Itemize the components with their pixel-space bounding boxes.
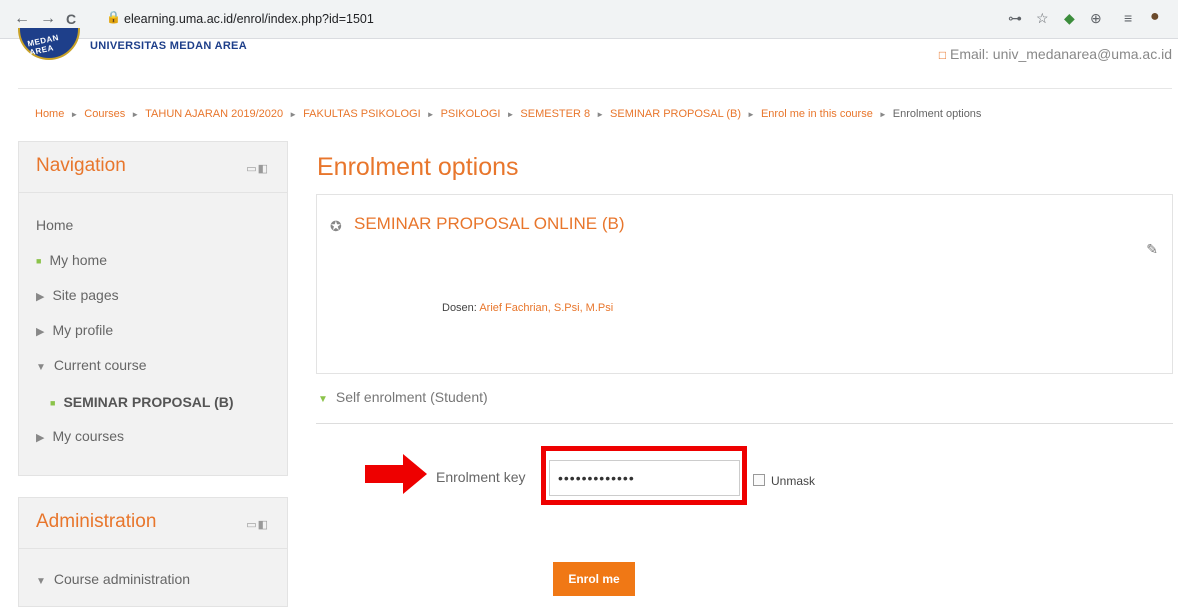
expand-arrow-icon: ▶: [36, 291, 45, 303]
breadcrumb-separator: ►: [596, 110, 605, 119]
enrolment-key-input[interactable]: [549, 460, 740, 496]
breadcrumb-courses[interactable]: Courses: [84, 108, 125, 120]
breadcrumb: Home ► Courses ► TAHUN AJARAN 2019/2020 ► FAKU…: [35, 108, 981, 120]
nav-item-my-home[interactable]: ■ My home: [36, 252, 107, 268]
administration-block: Administration ▭◧ ▼ Course administration: [18, 497, 288, 607]
star-icon[interactable]: ☆: [1036, 10, 1049, 27]
course-icon: ✪: [330, 218, 342, 234]
breadcrumb-current: Enrolment options: [892, 108, 982, 120]
globe-icon[interactable]: ⊕: [1090, 10, 1102, 27]
mail-icon: □: [938, 48, 947, 62]
breadcrumb-separator: ►: [131, 110, 140, 119]
nav-item-site-pages[interactable]: ▶ Site pages: [36, 287, 119, 303]
nav-item-home[interactable]: Home: [36, 217, 73, 233]
breadcrumb-enrol[interactable]: Enrol me in this course: [761, 108, 873, 120]
collapse-arrow-icon: ▼: [36, 576, 46, 587]
menu-icon[interactable]: ≡: [1124, 10, 1132, 26]
breadcrumb-separator: ►: [747, 110, 755, 119]
course-info-box: ✪ SEMINAR PROPOSAL ONLINE (B) ✎ Dosen: A…: [316, 194, 1173, 374]
unmask-toggle[interactable]: Unmask: [753, 474, 815, 488]
nav-item-label: Site pages: [52, 287, 119, 303]
url-text[interactable]: elearning.uma.ac.id/enrol/index.php?id=1…: [124, 12, 374, 26]
teacher-name-link[interactable]: Arief Fachrian, S.Psi, M.Psi: [479, 302, 613, 314]
header-email: □ Email: univ_medanarea@uma.ac.id: [939, 46, 1172, 62]
breadcrumb-faculty[interactable]: FAKULTAS PSIKOLOGI: [303, 108, 421, 120]
unmask-checkbox[interactable]: [753, 474, 765, 486]
administration-title: Administration: [36, 511, 157, 532]
breadcrumb-home[interactable]: Home: [35, 108, 64, 120]
nav-item-label: My profile: [52, 322, 114, 338]
site-name[interactable]: UNIVERSITAS MEDAN AREA: [90, 40, 247, 52]
navigation-block-header: Navigation ▭◧: [19, 142, 287, 193]
breadcrumb-separator: ►: [878, 110, 887, 119]
page-title: Enrolment options: [317, 153, 519, 181]
nav-item-label: Course administration: [53, 571, 191, 587]
breadcrumb-semester[interactable]: SEMESTER 8: [520, 108, 590, 120]
course-name-link[interactable]: SEMINAR PROPOSAL ONLINE (B): [354, 214, 624, 234]
red-arrow-annotation-icon: [365, 454, 427, 494]
self-enrolment-section-toggle[interactable]: ▼ Self enrolment (Student): [318, 389, 488, 405]
navigation-block: Navigation ▭◧ Home ■ My home ▶ Site pages …: [18, 141, 288, 476]
bullet-icon: ■: [50, 398, 56, 408]
block-controls-icon[interactable]: ▭◧: [246, 162, 269, 175]
lock-icon: 🔒: [106, 10, 121, 24]
nav-item-course-administration[interactable]: ▼ Course administration: [36, 571, 190, 587]
extension-icon[interactable]: ◆: [1064, 10, 1075, 27]
breadcrumb-separator: ►: [70, 110, 79, 119]
breadcrumb-department[interactable]: PSIKOLOGI: [441, 108, 501, 120]
course-teacher: Dosen: Arief Fachrian, S.Psi, M.Psi: [442, 302, 613, 314]
collapse-arrow-icon: ▼: [318, 394, 328, 405]
edit-icon[interactable]: ✎: [1146, 241, 1158, 258]
nav-item-course[interactable]: ■ SEMINAR PROPOSAL (B): [50, 394, 234, 410]
administration-block-header: Administration ▭◧: [19, 498, 287, 549]
unmask-label: Unmask: [771, 474, 816, 488]
address-bar[interactable]: 🔒 elearning.uma.ac.id/enrol/index.php?id…: [92, 6, 992, 32]
nav-item-my-courses[interactable]: ▶ My courses: [36, 428, 124, 444]
header-divider: [18, 88, 1172, 89]
university-logo[interactable]: MEDAN AREA: [18, 28, 80, 62]
collapse-arrow-icon: ▼: [36, 362, 46, 373]
back-icon[interactable]: ←: [14, 9, 30, 29]
block-controls-icon[interactable]: ▭◧: [246, 518, 269, 531]
email-text: Email: univ_medanarea@uma.ac.id: [950, 46, 1172, 62]
navigation-title: Navigation: [36, 155, 126, 176]
expand-arrow-icon: ▶: [36, 326, 45, 338]
nav-item-label: My home: [49, 252, 108, 268]
expand-arrow-icon: ▶: [36, 432, 45, 444]
nav-item-my-profile[interactable]: ▶ My profile: [36, 322, 113, 338]
section-label: Self enrolment (Student): [335, 389, 488, 405]
enrol-me-button[interactable]: Enrol me: [553, 562, 635, 596]
breadcrumb-course[interactable]: SEMINAR PROPOSAL (B): [610, 108, 741, 120]
bullet-icon: ■: [36, 256, 42, 266]
breadcrumb-separator: ►: [289, 110, 298, 119]
key-icon[interactable]: ⊶: [1008, 10, 1022, 27]
forward-icon[interactable]: →: [40, 9, 56, 29]
teacher-role: Dosen:: [442, 302, 477, 314]
nav-item-label: SEMINAR PROPOSAL (B): [63, 394, 234, 410]
breadcrumb-separator: ►: [506, 110, 515, 119]
breadcrumb-year[interactable]: TAHUN AJARAN 2019/2020: [145, 108, 283, 120]
reload-icon[interactable]: C: [66, 9, 76, 29]
breadcrumb-separator: ►: [426, 110, 435, 119]
section-divider: [316, 423, 1173, 424]
browser-toolbar: ← → C 🔒 elearning.uma.ac.id/enrol/index.…: [0, 0, 1178, 39]
enrolment-key-label: Enrolment key: [436, 469, 526, 485]
nav-item-label: My courses: [52, 428, 125, 444]
avatar-icon[interactable]: ●: [1150, 8, 1160, 26]
nav-item-current-course[interactable]: ▼ Current course: [36, 357, 147, 373]
nav-item-label: Current course: [53, 357, 147, 373]
